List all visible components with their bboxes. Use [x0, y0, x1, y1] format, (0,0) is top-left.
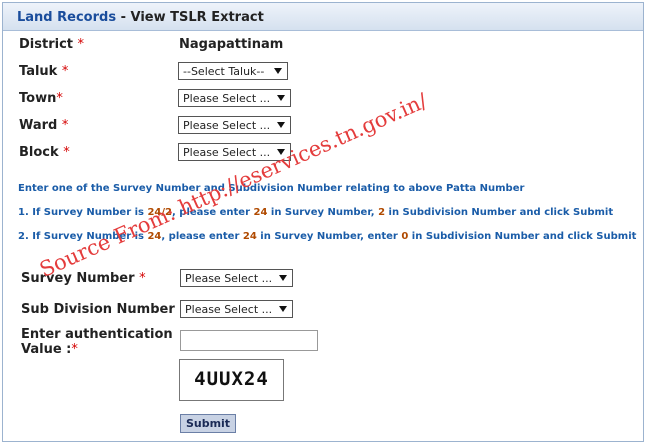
block-select-value: Please Select ...: [183, 146, 271, 159]
auth-value-input[interactable]: [180, 330, 318, 351]
required-mark: *: [61, 64, 69, 79]
captcha-image: 4UUX24: [179, 359, 284, 401]
instruction-number: 24: [253, 207, 268, 218]
instruction-line-1: Enter one of the Survey Number and Subdi…: [18, 183, 525, 194]
instruction-text: in Subdivision Number and click Submit: [385, 207, 614, 218]
subdivision-number-select-value: Please Select ...: [185, 303, 273, 316]
block-label: Block *: [19, 145, 70, 160]
chevron-down-icon: [279, 306, 287, 312]
instruction-text: 2. If Survey Number is: [18, 231, 148, 242]
taluk-select[interactable]: --Select Taluk--: [178, 62, 288, 80]
auth-label: Enter authentication Value :*: [21, 327, 173, 357]
subdivision-number-label: Sub Division Number: [21, 302, 175, 317]
submit-button[interactable]: Submit: [180, 414, 236, 433]
town-label-text: Town: [19, 91, 57, 106]
auth-label-line-2: Value :*: [21, 342, 173, 357]
breadcrumb-separator: -: [116, 10, 131, 25]
chevron-down-icon: [277, 122, 285, 128]
instruction-line-3: 2. If Survey Number is 24, please enter …: [18, 231, 636, 242]
district-label: District *: [19, 37, 84, 52]
instruction-text: in Survey Number, enter: [256, 231, 402, 242]
block-select[interactable]: Please Select ...: [178, 143, 291, 161]
required-mark: *: [139, 271, 146, 286]
taluk-select-value: --Select Taluk--: [183, 65, 265, 78]
required-mark: *: [63, 145, 70, 160]
auth-label-text: Value :: [21, 342, 72, 357]
instruction-line-2: 1. If Survey Number is 24/2, please ente…: [18, 207, 613, 218]
ward-select-value: Please Select ...: [183, 119, 271, 132]
district-value: Nagapattinam: [179, 37, 284, 52]
town-label: Town*: [19, 91, 63, 106]
required-mark: *: [71, 342, 78, 357]
instruction-text: 1. If Survey Number is: [18, 207, 148, 218]
instruction-number: 24: [242, 231, 257, 242]
required-mark: *: [56, 91, 63, 106]
town-select-value: Please Select ...: [183, 92, 271, 105]
tslr-panel: Land Records - View TSLR Extract: [2, 2, 644, 442]
ward-label: Ward *: [19, 118, 68, 133]
block-label-text: Block: [19, 145, 59, 160]
taluk-label: Taluk *: [19, 64, 68, 79]
survey-number-select[interactable]: Please Select ...: [180, 269, 293, 287]
town-select[interactable]: Please Select ...: [178, 89, 291, 107]
survey-number-label-text: Survey Number: [21, 271, 135, 286]
chevron-down-icon: [279, 275, 287, 281]
required-mark: *: [77, 37, 85, 52]
ward-label-text: Ward: [19, 118, 58, 133]
breadcrumb-land-records-link[interactable]: Land Records: [17, 10, 116, 25]
required-mark: *: [61, 118, 69, 133]
district-label-text: District: [19, 37, 73, 52]
instruction-text: in Subdivision Number and click Submit: [408, 231, 637, 242]
instruction-number: 2: [378, 207, 386, 218]
survey-number-label: Survey Number *: [21, 271, 146, 286]
page-title: View TSLR Extract: [130, 10, 264, 25]
instruction-text: , please enter: [172, 207, 254, 218]
panel-header: Land Records - View TSLR Extract: [3, 3, 643, 31]
instruction-number: 24: [147, 231, 162, 242]
chevron-down-icon: [277, 149, 285, 155]
auth-label-line-1: Enter authentication: [21, 327, 173, 342]
taluk-label-text: Taluk: [19, 64, 58, 79]
ward-select[interactable]: Please Select ...: [178, 116, 291, 134]
survey-number-select-value: Please Select ...: [185, 272, 273, 285]
chevron-down-icon: [274, 68, 282, 74]
instruction-text: , please enter: [161, 231, 243, 242]
instruction-number: 24/2: [147, 207, 172, 218]
chevron-down-icon: [277, 95, 285, 101]
subdivision-number-select[interactable]: Please Select ...: [180, 300, 293, 318]
instruction-text: in Survey Number,: [267, 207, 379, 218]
